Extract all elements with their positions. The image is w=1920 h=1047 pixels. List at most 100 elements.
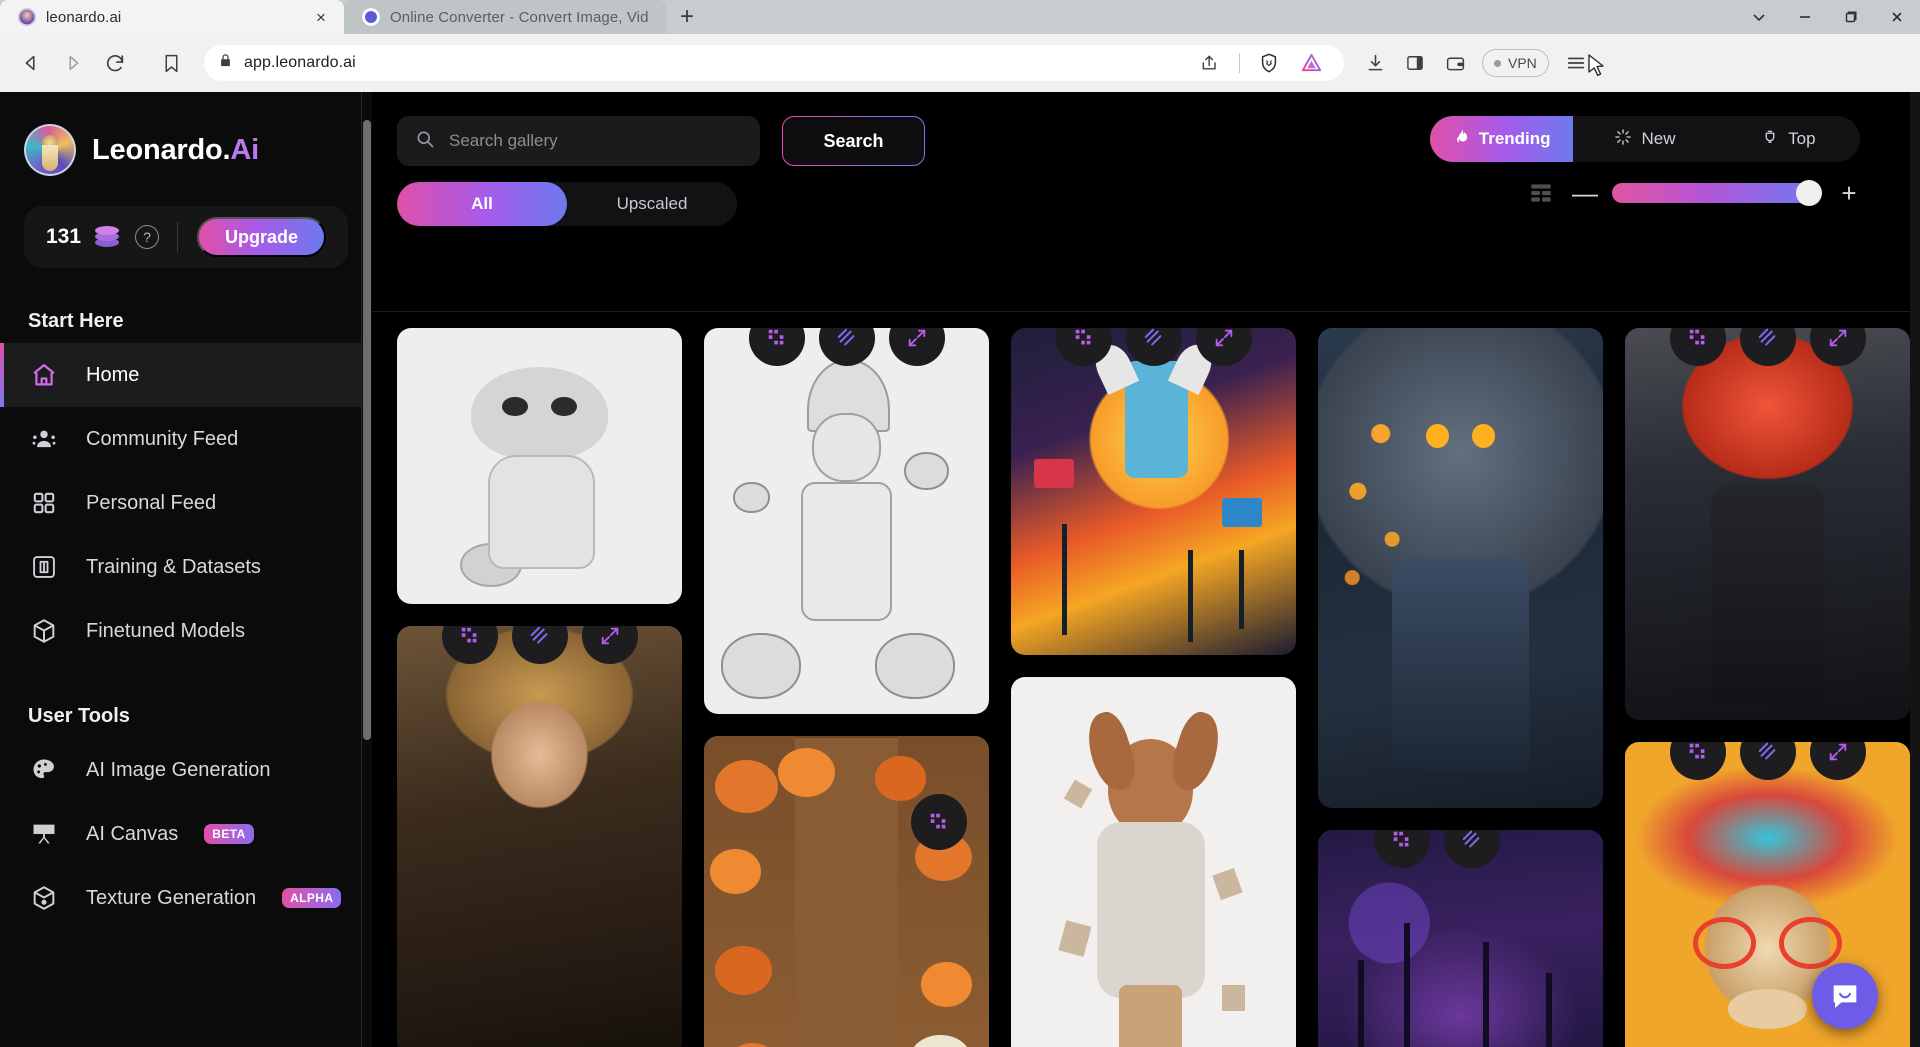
upscale-icon[interactable] bbox=[819, 328, 875, 366]
expand-icon[interactable] bbox=[1196, 328, 1252, 366]
credit-divider bbox=[177, 222, 178, 252]
brave-shields-icon[interactable] bbox=[1250, 44, 1288, 82]
card-overlay-actions bbox=[749, 328, 945, 366]
browser-tab-leonardo[interactable]: leonardo.ai × bbox=[0, 0, 344, 34]
back-icon[interactable] bbox=[12, 44, 50, 82]
vpn-button[interactable]: VPN bbox=[1482, 49, 1549, 77]
sort-tabs: Trending New Top bbox=[1430, 116, 1860, 162]
new-tab-button[interactable]: + bbox=[670, 0, 704, 34]
remix-icon[interactable] bbox=[1670, 742, 1726, 780]
reload-icon[interactable] bbox=[96, 44, 134, 82]
gallery-column bbox=[397, 328, 682, 1047]
converter-favicon-icon bbox=[362, 8, 380, 26]
remix-icon[interactable] bbox=[749, 328, 805, 366]
gallery-image bbox=[1625, 328, 1910, 720]
remix-icon[interactable] bbox=[1670, 328, 1726, 366]
tab-new[interactable]: New bbox=[1573, 116, 1716, 162]
gallery-image bbox=[1318, 328, 1603, 808]
remix-icon[interactable] bbox=[442, 626, 498, 664]
upscale-icon[interactable] bbox=[1126, 328, 1182, 366]
sidebar-item-personal-feed[interactable]: Personal Feed bbox=[0, 471, 372, 535]
grid-layout-icon[interactable] bbox=[1528, 180, 1554, 206]
expand-icon[interactable] bbox=[889, 328, 945, 366]
remix-icon[interactable] bbox=[1056, 328, 1112, 366]
browser-chrome: leonardo.ai × Online Converter - Convert… bbox=[0, 0, 1920, 92]
minimize-icon[interactable] bbox=[1782, 0, 1828, 34]
sidebar-item-texture-generation[interactable]: Texture Generation ALPHA bbox=[0, 866, 372, 930]
expand-icon[interactable] bbox=[582, 626, 638, 664]
gallery-card-armored-cat-knight[interactable] bbox=[1318, 328, 1603, 808]
zoom-slider-handle[interactable] bbox=[1796, 180, 1822, 206]
gallery-image bbox=[397, 626, 682, 1047]
sidebar-item-finetuned-models[interactable]: Finetuned Models bbox=[0, 599, 372, 663]
gallery-main: Search All Upscaled Trending bbox=[372, 92, 1920, 1047]
tab-all[interactable]: All bbox=[397, 182, 567, 226]
grid-icon bbox=[28, 487, 60, 519]
maximize-icon[interactable] bbox=[1828, 0, 1874, 34]
brave-wallet-icon[interactable] bbox=[1436, 44, 1474, 82]
close-icon[interactable]: × bbox=[310, 6, 332, 28]
gallery-card-kitten-hoodie-sketch[interactable] bbox=[397, 328, 682, 604]
search-button[interactable]: Search bbox=[782, 116, 925, 166]
intercom-chat-icon[interactable] bbox=[1812, 963, 1878, 1029]
remix-icon[interactable] bbox=[911, 794, 967, 850]
sidebar-item-community-feed[interactable]: Community Feed bbox=[0, 407, 372, 471]
nav-section-start-here: Start Here bbox=[0, 310, 372, 333]
close-window-icon[interactable] bbox=[1874, 0, 1920, 34]
tab-top[interactable]: Top bbox=[1717, 116, 1860, 162]
tab-upscaled[interactable]: Upscaled bbox=[567, 182, 737, 226]
main-scrollbar[interactable] bbox=[1910, 92, 1920, 1047]
search-box[interactable] bbox=[397, 116, 760, 166]
zoom-in-button[interactable]: + bbox=[1838, 180, 1860, 206]
forward-icon[interactable] bbox=[54, 44, 92, 82]
address-bar[interactable]: app.leonardo.ai bbox=[204, 45, 1344, 81]
sidebar-panel-icon[interactable] bbox=[1396, 44, 1434, 82]
home-icon bbox=[28, 359, 60, 391]
upscale-icon[interactable] bbox=[1740, 742, 1796, 780]
sidebar-item-ai-image-generation[interactable]: AI Image Generation bbox=[0, 738, 372, 802]
tab-trending[interactable]: Trending bbox=[1430, 116, 1573, 162]
upscale-icon[interactable] bbox=[1740, 328, 1796, 366]
download-icon[interactable] bbox=[1356, 44, 1394, 82]
gallery-card-witch-girl-coloring[interactable] bbox=[704, 328, 989, 714]
upgrade-button[interactable]: Upgrade bbox=[197, 217, 326, 257]
gallery-column bbox=[1318, 328, 1603, 1047]
zoom-slider[interactable] bbox=[1612, 183, 1820, 203]
sidebar-item-home[interactable]: Home bbox=[0, 343, 372, 407]
gallery-card-giraffe-pop-art[interactable] bbox=[1011, 328, 1296, 655]
upscale-icon[interactable] bbox=[1444, 830, 1500, 868]
sidebar-item-label: Training & Datasets bbox=[86, 556, 261, 579]
search-input[interactable] bbox=[449, 131, 742, 151]
sidebar-scrollbar-thumb[interactable] bbox=[363, 120, 371, 740]
tab-search-icon[interactable] bbox=[1736, 0, 1782, 34]
brave-rewards-icon[interactable] bbox=[1292, 44, 1330, 82]
brand-name-suffix: Ai bbox=[230, 134, 259, 166]
nav-section-user-tools: User Tools bbox=[0, 705, 372, 728]
gallery-card-purple-forest[interactable] bbox=[1318, 830, 1603, 1047]
bookmark-icon[interactable] bbox=[152, 44, 190, 82]
gallery-card-redhead-warrior[interactable] bbox=[1625, 328, 1910, 720]
gallery-card-egyptian-queen[interactable] bbox=[397, 626, 682, 1047]
vpn-status-dot bbox=[1494, 60, 1501, 67]
help-circle-icon[interactable]: ? bbox=[135, 225, 159, 249]
card-overlay-actions bbox=[442, 626, 638, 664]
gallery-card-chihuahua-hoodie[interactable] bbox=[1011, 677, 1296, 1047]
mouse-cursor bbox=[1587, 54, 1607, 85]
remix-icon[interactable] bbox=[1374, 830, 1430, 868]
browser-toolbar-right: VPN bbox=[1348, 44, 1595, 82]
sidebar-item-ai-canvas[interactable]: AI Canvas BETA bbox=[0, 802, 372, 866]
gallery-card-pumpkin-path[interactable] bbox=[704, 736, 989, 1047]
upscale-icon[interactable] bbox=[512, 626, 568, 664]
sidebar-item-label: Personal Feed bbox=[86, 492, 216, 515]
expand-icon[interactable] bbox=[1810, 328, 1866, 366]
url-text: app.leonardo.ai bbox=[244, 54, 356, 72]
expand-icon[interactable] bbox=[1810, 742, 1866, 780]
share-icon[interactable] bbox=[1191, 44, 1229, 82]
omnibox-divider bbox=[1239, 53, 1240, 73]
sidebar-scrollbar[interactable] bbox=[362, 92, 372, 1047]
zoom-out-button[interactable]: — bbox=[1572, 180, 1594, 206]
brand-logo-area[interactable]: Leonardo.Ai bbox=[0, 114, 372, 186]
credit-count: 131 bbox=[46, 225, 81, 249]
browser-tab-converter[interactable]: Online Converter - Convert Image, Vid bbox=[344, 0, 666, 34]
sidebar-item-training-datasets[interactable]: Training & Datasets bbox=[0, 535, 372, 599]
